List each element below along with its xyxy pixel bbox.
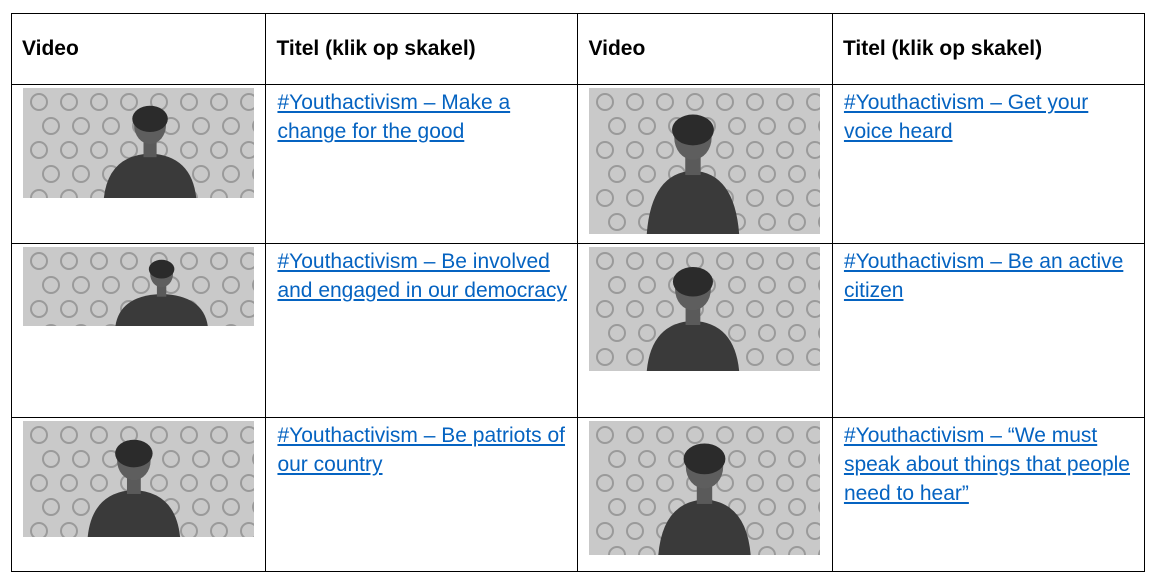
- title-cell: #Youthactivism – “We must speak about th…: [831, 417, 1146, 572]
- video-thumbnail-icon: [589, 421, 821, 555]
- video-cell: [577, 417, 833, 572]
- video-thumbnail-icon: [23, 88, 254, 198]
- video-link[interactable]: #Youthactivism – “We must speak about th…: [844, 421, 1134, 508]
- title-cell: #Youthactivism – Be involved and engaged…: [265, 243, 579, 418]
- video-link[interactable]: #Youthactivism – Be an active citizen: [844, 247, 1134, 305]
- video-thumbnail-icon: [23, 421, 254, 537]
- video-cell: [577, 84, 833, 244]
- video-link[interactable]: #Youthactivism – Be patriots of our coun…: [277, 421, 567, 479]
- title-cell: #Youthactivism – Get your voice heard: [831, 84, 1146, 244]
- video-thumbnail-icon: [589, 88, 821, 234]
- header-title-2: Titel (klik op skakel): [831, 13, 1146, 85]
- video-thumbnail[interactable]: [23, 88, 254, 198]
- video-thumbnail-icon: [23, 247, 254, 326]
- table-row: #Youthactivism – Be patriots of our coun…: [10, 417, 1146, 572]
- video-thumbnail[interactable]: [589, 247, 821, 371]
- video-cell: [10, 243, 267, 418]
- header-video-1: Video: [10, 13, 267, 85]
- video-thumbnail-icon: [589, 247, 821, 371]
- header-title-1: Titel (klik op skakel): [265, 13, 579, 85]
- title-cell: #Youthactivism – Be an active citizen: [831, 243, 1146, 418]
- video-link[interactable]: #Youthactivism – Be involved and engaged…: [277, 247, 567, 305]
- video-cell: [10, 417, 267, 572]
- video-thumbnail[interactable]: [23, 247, 254, 326]
- header-video-2: Video: [577, 13, 833, 85]
- title-cell: #Youthactivism – Be patriots of our coun…: [265, 417, 579, 572]
- video-link[interactable]: #Youthactivism – Get your voice heard: [844, 88, 1134, 146]
- video-link[interactable]: #Youthactivism – Make a change for the g…: [277, 88, 567, 146]
- video-cell: [10, 84, 267, 244]
- video-thumbnail[interactable]: [589, 421, 821, 555]
- video-thumbnail[interactable]: [23, 421, 254, 537]
- table-row: #Youthactivism – Be involved and engaged…: [10, 243, 1146, 418]
- video-cell: [577, 243, 833, 418]
- video-table: Video Titel (klik op skakel) Video Titel…: [10, 13, 1146, 572]
- header-row: Video Titel (klik op skakel) Video Titel…: [10, 13, 1146, 85]
- video-thumbnail[interactable]: [589, 88, 821, 234]
- title-cell: #Youthactivism – Make a change for the g…: [265, 84, 579, 244]
- table-row: #Youthactivism – Make a change for the g…: [10, 84, 1146, 244]
